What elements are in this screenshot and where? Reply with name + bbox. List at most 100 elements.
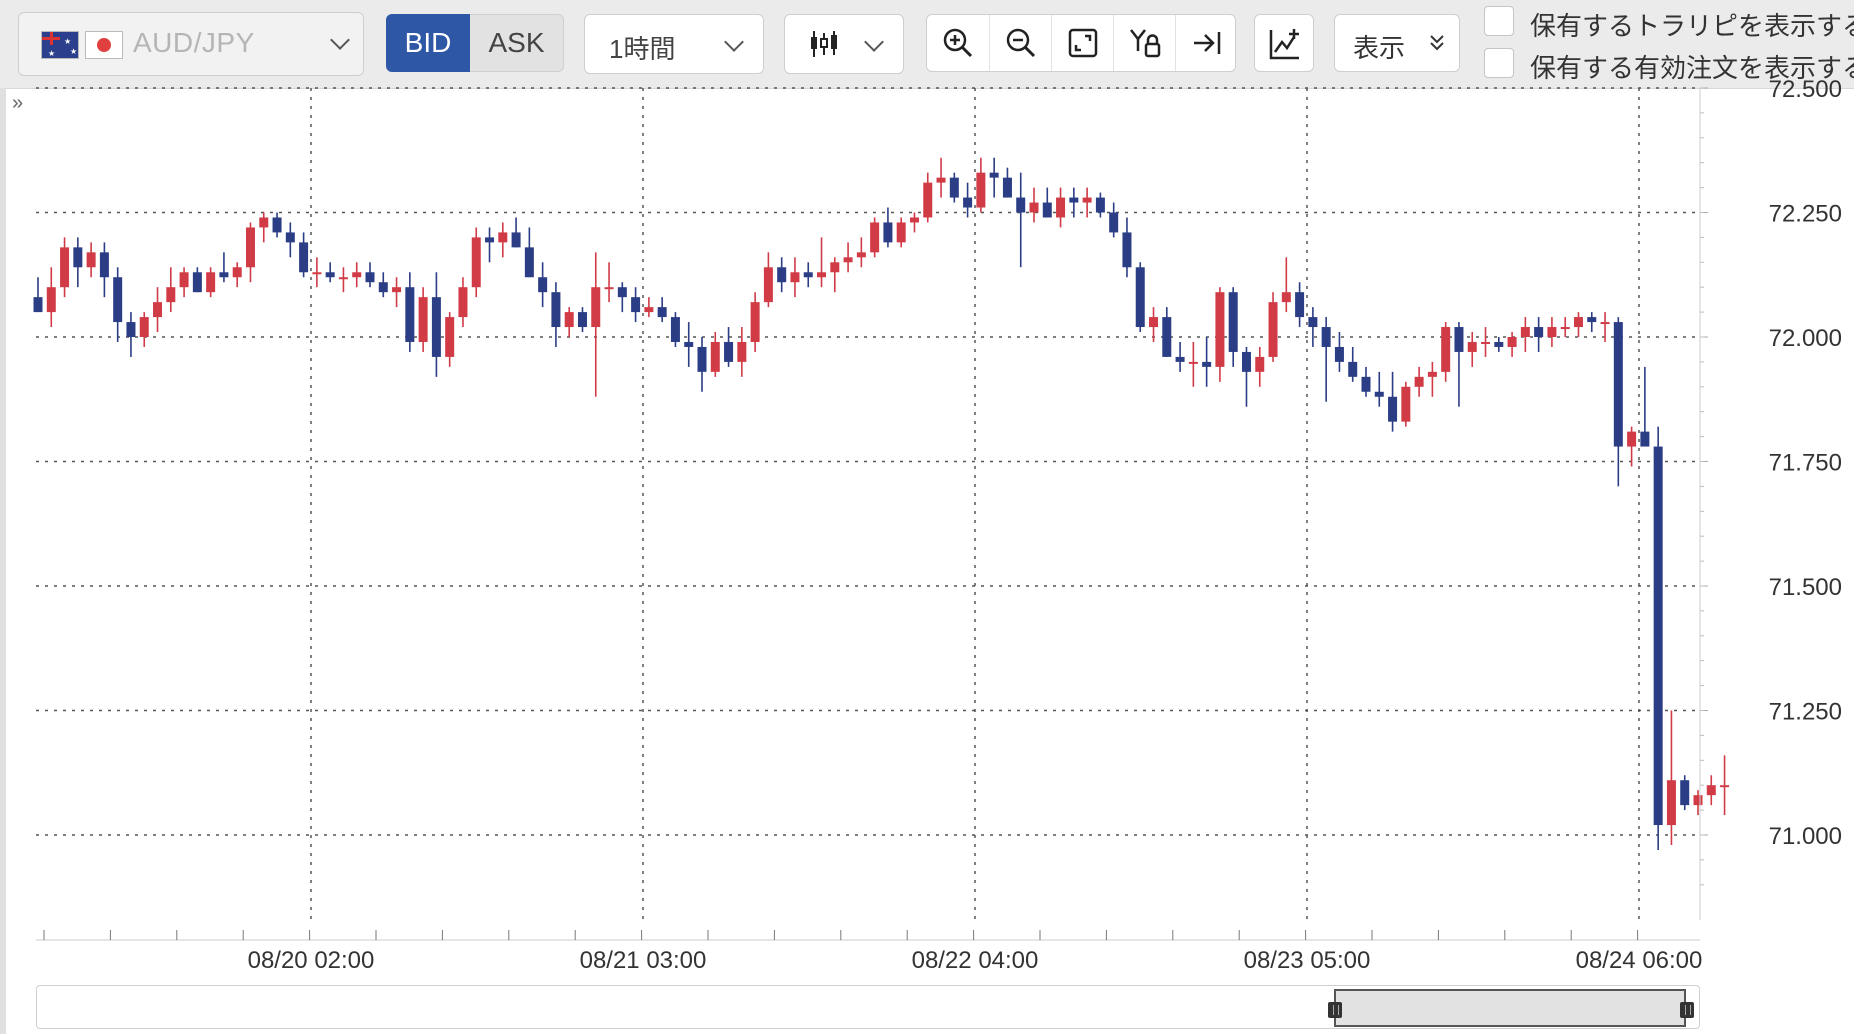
candle [1135,262,1145,333]
candle [1295,282,1305,328]
candle [325,262,335,283]
candle-body [644,307,654,313]
candle-body [750,302,760,342]
candle [817,237,827,288]
candle-body [1122,232,1132,268]
candle-body [538,277,548,293]
candle [1122,217,1132,278]
candle [1520,317,1530,352]
candle [46,267,56,328]
candle-body [1135,267,1145,328]
candle [1573,312,1583,337]
candle-body [631,297,641,313]
candle-body [1600,322,1610,325]
candle-body [99,252,109,278]
candle-body [1321,327,1331,347]
y-axis: 72.500 72.250 72.000 71.750 71.500 71.250 71.0… [1699,76,1842,920]
candle-body [1095,197,1105,213]
candle-body [166,287,176,303]
candle [153,287,163,333]
candle [1162,307,1172,357]
candle-body [1720,785,1730,788]
candle-body [1002,177,1012,198]
candle-body [1268,302,1278,357]
candle [631,287,641,323]
candle [644,297,654,318]
candle-body [737,341,747,362]
candle-body [365,272,375,283]
candle [1388,371,1398,432]
candle [843,242,853,273]
candle-body [1255,356,1265,372]
candle-body [657,307,667,318]
candle [1016,172,1026,268]
range-handle-right[interactable] [1680,1002,1694,1018]
candle [418,287,428,352]
x-tick-label: 08/20 02:00 [248,947,375,974]
candle-body [206,272,216,293]
candle [1454,322,1464,407]
candle-body [591,287,601,328]
candle [830,257,840,293]
candle [471,227,481,298]
candle-body [963,197,973,208]
candle-body [803,272,813,278]
candle-body [1573,317,1583,328]
candle-body [1427,371,1437,377]
candle-body [1295,292,1305,318]
candle [750,292,760,352]
candle-body [1228,292,1238,352]
candle-body [1162,317,1172,357]
candle-body [511,232,521,248]
range-selection[interactable] [1334,989,1686,1027]
candle [192,267,202,293]
candle [670,312,680,347]
candle [1494,337,1504,352]
candle-body [976,172,986,208]
candle-body [1693,795,1703,806]
candle-body [923,182,933,218]
candle-body [989,172,999,178]
candle-body [1706,785,1716,796]
candle [1720,755,1730,816]
candle [1427,361,1437,397]
candle [299,232,309,278]
candle-body [1361,376,1371,392]
x-tick-label: 08/24 06:00 [1576,947,1703,974]
candle-body [312,272,322,275]
candle [1215,287,1225,382]
candle-body [60,247,70,288]
candle-body [73,247,83,268]
candle [1534,317,1544,352]
candle [1255,346,1265,387]
candle-body [299,242,309,273]
candle [949,172,959,203]
candlestick-chart[interactable]: 72.500 72.250 72.000 71.750 71.500 71.250 71.0… [0,0,1854,1034]
candle-body [936,177,946,183]
candle [1268,292,1278,362]
x-axis: 08/20 02:00 08/21 03:00 08/22 04:00 08/23 0… [36,930,1702,974]
candle [777,257,787,293]
candle [1507,332,1517,357]
candle-body [1666,780,1676,826]
candle [285,222,295,258]
candle [219,252,229,283]
candle-body [352,272,362,278]
candle-body [139,317,149,337]
candle [591,252,601,397]
candle [166,267,176,313]
y-tick-label: 72.250 [1769,201,1842,228]
candle [458,277,468,328]
range-handle-left[interactable] [1328,1002,1342,1018]
candle-body [1348,361,1358,377]
candle [1042,187,1052,218]
candle-body [1401,386,1411,422]
candle-body [1215,292,1225,367]
candle [538,262,548,308]
candle-body [179,272,189,288]
candle [604,262,614,303]
candle [896,217,906,248]
candle-body [445,317,455,357]
candle-body [883,222,893,243]
candle-body [1109,212,1119,233]
